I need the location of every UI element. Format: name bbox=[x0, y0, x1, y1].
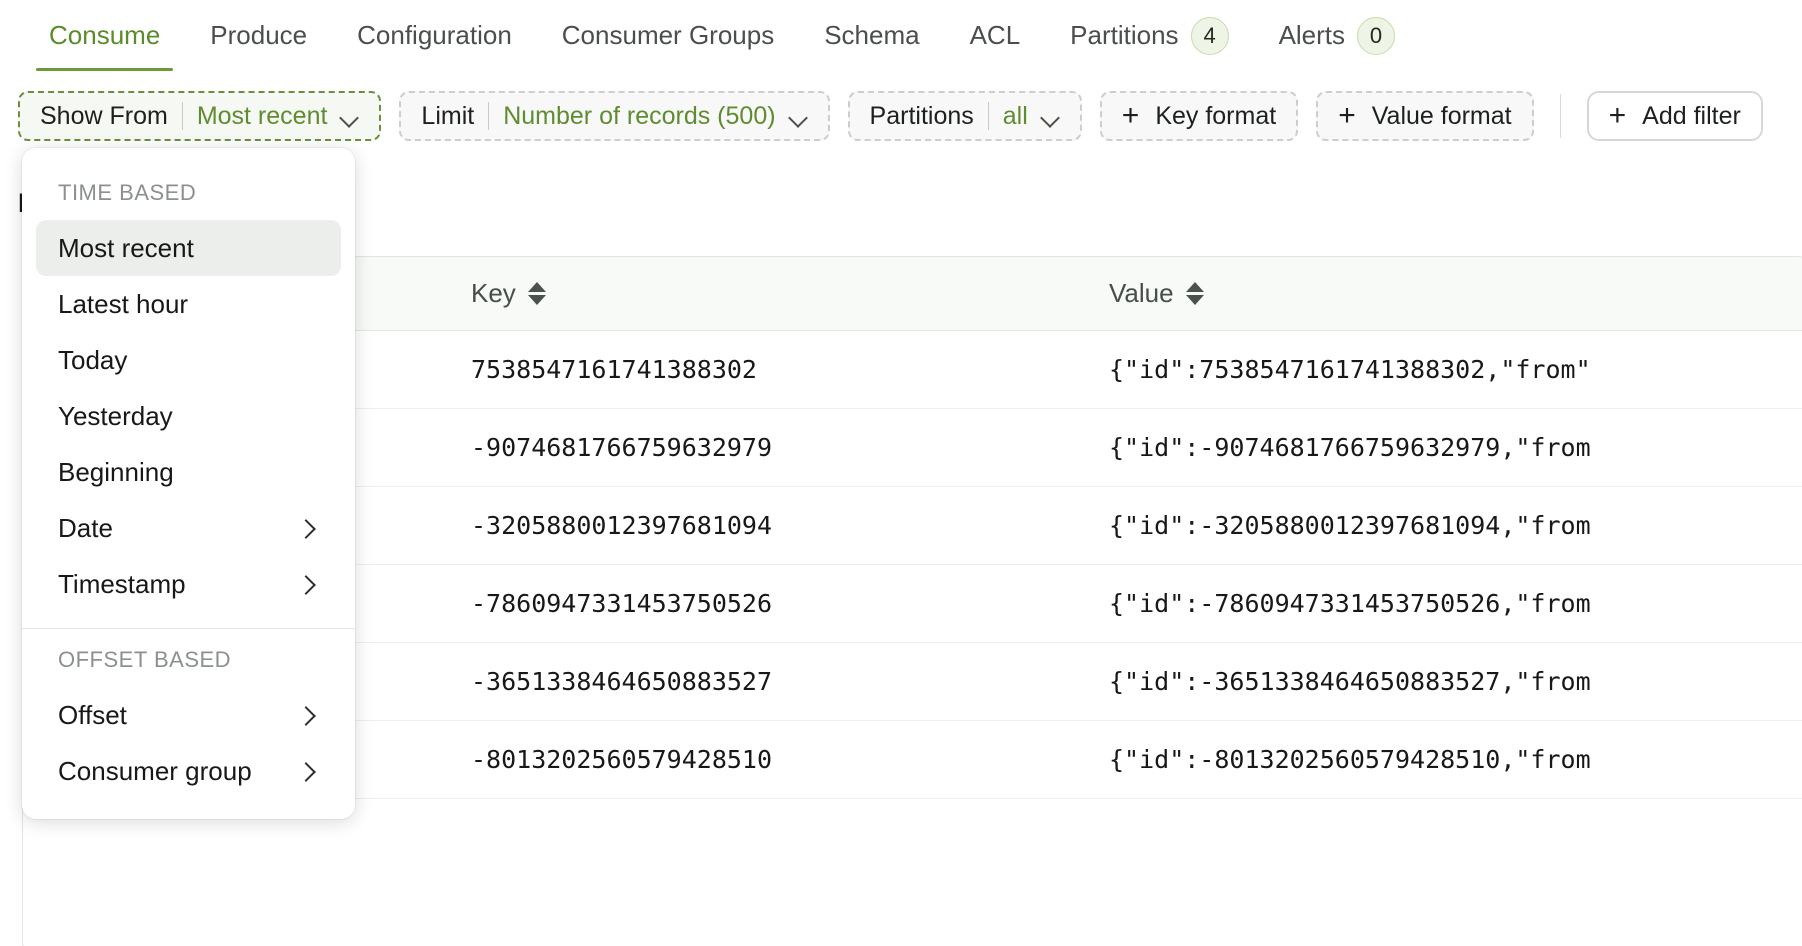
tab-acl[interactable]: ACL bbox=[945, 0, 1046, 71]
tab-configuration[interactable]: Configuration bbox=[332, 0, 537, 71]
sort-icon[interactable] bbox=[527, 282, 546, 305]
app-root: Consume Produce Configuration Consumer G… bbox=[0, 0, 1802, 946]
cell-key: -8013202560579428510 bbox=[471, 745, 773, 774]
limit-filter[interactable]: Limit Number of records (500) bbox=[399, 91, 830, 141]
cell-key: -3651338464650883527 bbox=[471, 667, 773, 696]
menu-item-label: Timestamp bbox=[58, 568, 186, 599]
menu-item-date[interactable]: Date bbox=[36, 500, 341, 556]
column-header-value[interactable]: Value bbox=[1109, 278, 1802, 309]
tab-alerts[interactable]: Alerts 0 bbox=[1254, 0, 1420, 71]
tab-produce[interactable]: Produce bbox=[185, 0, 332, 71]
tab-label: ACL bbox=[969, 20, 1021, 50]
cell-value: {"id":-3205880012397681094,"from bbox=[1109, 511, 1591, 540]
tab-consume[interactable]: Consume bbox=[24, 0, 185, 71]
cell-key: -3205880012397681094 bbox=[471, 511, 773, 540]
cell-key: 7538547161741388302 bbox=[471, 355, 757, 384]
menu-section-time-based: TIME BASED bbox=[58, 180, 197, 205]
limit-label: Limit bbox=[421, 101, 475, 130]
tab-partitions[interactable]: Partitions 4 bbox=[1045, 0, 1253, 71]
cell-value: {"id":-8013202560579428510,"from bbox=[1109, 745, 1591, 774]
show-from-label: Show From bbox=[40, 101, 168, 130]
show-from-value: Most recent bbox=[196, 101, 328, 130]
key-format-button[interactable]: + Key format bbox=[1099, 91, 1299, 141]
partitions-value: all bbox=[1002, 101, 1028, 130]
menu-item-label: Date bbox=[58, 512, 113, 543]
cell-value: {"id":7538547161741388302,"from" bbox=[1109, 355, 1591, 384]
tab-label: Produce bbox=[210, 20, 308, 50]
value-format-button[interactable]: + Value format bbox=[1316, 91, 1534, 141]
tab-label: Consumer Groups bbox=[561, 20, 775, 50]
column-header-key[interactable]: Key bbox=[471, 278, 1109, 309]
topic-tab-bar: Consume Produce Configuration Consumer G… bbox=[0, 0, 1802, 75]
menu-item-beginning[interactable]: Beginning bbox=[36, 444, 341, 500]
tab-label: Partitions bbox=[1070, 20, 1179, 50]
divider bbox=[488, 102, 490, 130]
alerts-count-badge: 0 bbox=[1357, 16, 1396, 55]
key-format-label: Key format bbox=[1155, 101, 1277, 130]
menu-item-yesterday[interactable]: Yesterday bbox=[36, 388, 341, 444]
add-filter-label: Add filter bbox=[1642, 101, 1741, 130]
tab-label: Schema bbox=[824, 20, 920, 50]
tab-label: Alerts bbox=[1278, 20, 1346, 50]
cell-key: -9074681766759632979 bbox=[471, 433, 773, 462]
menu-section-offset-based: OFFSET BASED bbox=[58, 647, 232, 672]
tab-label: Configuration bbox=[357, 20, 512, 50]
consume-filter-toolbar: Show From Most recent Limit Number of re… bbox=[0, 85, 1802, 147]
menu-item-most-recent[interactable]: Most recent bbox=[36, 220, 341, 276]
menu-item-label: Latest hour bbox=[58, 288, 189, 319]
menu-item-timestamp[interactable]: Timestamp bbox=[36, 556, 341, 612]
limit-value: Number of records (500) bbox=[503, 101, 776, 130]
divider bbox=[181, 102, 183, 130]
show-from-filter[interactable]: Show From Most recent bbox=[18, 91, 382, 141]
tab-label: Consume bbox=[49, 20, 161, 50]
add-filter-button[interactable]: + Add filter bbox=[1586, 91, 1763, 141]
cell-value: {"id":-9074681766759632979,"from bbox=[1109, 433, 1591, 462]
cell-value: {"id":-7860947331453750526,"from bbox=[1109, 589, 1591, 618]
plus-icon: + bbox=[1121, 99, 1140, 132]
cell-value: {"id":-3651338464650883527,"from bbox=[1109, 667, 1591, 696]
partitions-filter[interactable]: Partitions all bbox=[847, 91, 1082, 141]
partitions-label: Partitions bbox=[869, 101, 974, 130]
cell-key: -7860947331453750526 bbox=[471, 589, 773, 618]
chevron-down-icon[interactable] bbox=[790, 111, 808, 122]
divider bbox=[987, 102, 989, 130]
sort-icon[interactable] bbox=[1185, 282, 1204, 305]
plus-icon: + bbox=[1608, 99, 1627, 132]
toolbar-divider bbox=[1559, 94, 1561, 138]
menu-item-latest-hour[interactable]: Latest hour bbox=[36, 276, 341, 332]
menu-item-offset[interactable]: Offset bbox=[36, 687, 341, 743]
plus-icon: + bbox=[1338, 99, 1356, 132]
partitions-count-badge: 4 bbox=[1190, 16, 1229, 55]
menu-item-label: Most recent bbox=[58, 232, 194, 263]
column-header-label: Value bbox=[1109, 278, 1174, 308]
chevron-down-icon[interactable] bbox=[341, 111, 359, 122]
menu-item-label: Beginning bbox=[58, 456, 174, 487]
chevron-right-icon bbox=[297, 576, 313, 592]
tab-schema[interactable]: Schema bbox=[799, 0, 944, 71]
chevron-right-icon bbox=[297, 763, 313, 779]
tab-consumer-groups[interactable]: Consumer Groups bbox=[537, 0, 799, 71]
menu-item-today[interactable]: Today bbox=[36, 332, 341, 388]
menu-item-label: Offset bbox=[58, 699, 127, 730]
value-format-label: Value format bbox=[1371, 101, 1512, 130]
menu-item-consumer-group[interactable]: Consumer group bbox=[36, 743, 341, 799]
chevron-right-icon bbox=[297, 520, 313, 536]
column-header-label: Key bbox=[471, 278, 516, 308]
menu-item-label: Consumer group bbox=[58, 755, 252, 786]
show-from-dropdown-menu: TIME BASED Most recent Latest hour Today… bbox=[22, 148, 355, 819]
menu-item-label: Yesterday bbox=[58, 400, 173, 431]
chevron-down-icon[interactable] bbox=[1042, 111, 1060, 122]
chevron-right-icon bbox=[297, 707, 313, 723]
menu-item-label: Today bbox=[58, 344, 128, 375]
